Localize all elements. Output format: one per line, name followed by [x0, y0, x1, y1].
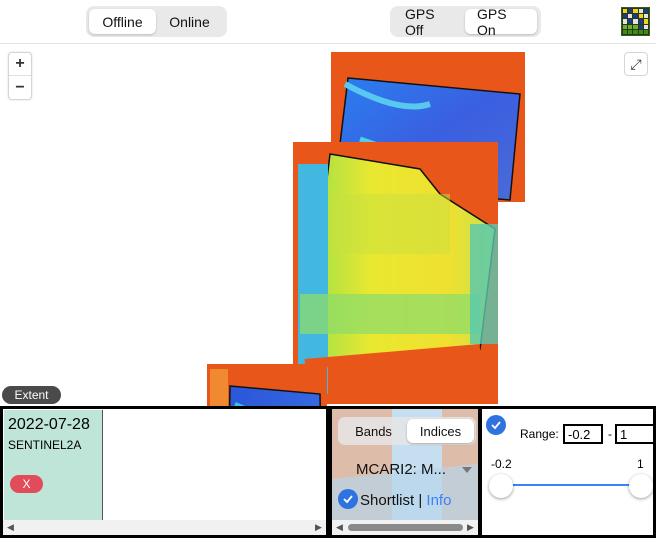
- range-min-input[interactable]: -0.2: [563, 424, 603, 444]
- remove-date-button[interactable]: X: [10, 475, 43, 493]
- check-icon: [343, 495, 353, 504]
- check-icon: [491, 421, 501, 430]
- gps-toggle: GPS Off GPS On: [390, 6, 541, 38]
- range-enable-checkbox[interactable]: [486, 415, 506, 435]
- scrollbar-thumb[interactable]: [348, 524, 463, 531]
- date-list-panel: 2022-07-28 SENTINEL2A X ◀ ▶: [0, 406, 329, 538]
- shortlist-label: Shortlist |: [360, 492, 427, 509]
- online-option[interactable]: Online: [156, 9, 223, 34]
- date-list-scrollbar[interactable]: ◀ ▶: [3, 520, 326, 535]
- shortlist-checkbox[interactable]: [338, 489, 358, 509]
- tab-bands[interactable]: Bands: [340, 419, 407, 443]
- top-toolbar: Offline Online GPS Off GPS On: [0, 0, 656, 44]
- shortlist-row: Shortlist | Info: [360, 492, 451, 509]
- app-root: Offline Online GPS Off GPS On + − ⤢ Exte…: [0, 0, 656, 538]
- range-max-input[interactable]: 1: [615, 424, 653, 444]
- zoom-out-button[interactable]: −: [9, 76, 31, 99]
- extent-button[interactable]: Extent: [2, 386, 61, 404]
- slider-min-label: -0.2: [491, 457, 512, 471]
- date-card[interactable]: 2022-07-28 SENTINEL2A X: [4, 410, 103, 522]
- selected-index-label: MCARI2: M...: [356, 460, 447, 478]
- bottom-panels: 2022-07-28 SENTINEL2A X ◀ ▶ Bands Indice…: [0, 406, 656, 538]
- zoom-in-button[interactable]: +: [9, 53, 31, 76]
- connection-toggle: Offline Online: [86, 6, 227, 37]
- grid-logo-icon[interactable]: [621, 7, 650, 36]
- scroll-left-icon[interactable]: ◀: [3, 520, 18, 535]
- range-slider-max-thumb[interactable]: [629, 474, 653, 498]
- range-panel: Range: -0.2 - 1 -0.2 1: [479, 406, 656, 538]
- scroll-right-icon[interactable]: ▶: [463, 520, 478, 535]
- gps-off-option[interactable]: GPS Off: [393, 6, 465, 38]
- offline-option[interactable]: Offline: [89, 9, 156, 34]
- index-select[interactable]: MCARI2: M...: [356, 459, 474, 479]
- range-slider-min-thumb[interactable]: [489, 474, 513, 498]
- tab-indices[interactable]: Indices: [407, 419, 474, 443]
- range-label: Range:: [520, 427, 559, 441]
- index-selector-panel: Bands Indices MCARI2: M... Shortlist | I…: [329, 406, 481, 538]
- range-dash: -: [608, 427, 612, 441]
- info-link[interactable]: Info: [426, 492, 451, 509]
- index-panel-scrollbar[interactable]: ◀ ▶: [332, 520, 478, 535]
- fullscreen-icon[interactable]: ⤢: [624, 52, 648, 76]
- scroll-left-icon[interactable]: ◀: [332, 520, 347, 535]
- bands-indices-tabs: Bands Indices: [338, 417, 476, 445]
- satellite-name: SENTINEL2A: [8, 438, 82, 452]
- acquisition-date: 2022-07-28: [8, 416, 90, 433]
- slider-max-label: 1: [637, 457, 644, 471]
- gps-on-option[interactable]: GPS On: [465, 6, 537, 38]
- range-slider-track[interactable]: [500, 484, 640, 486]
- zoom-control: + −: [8, 52, 32, 100]
- scroll-right-icon[interactable]: ▶: [311, 520, 326, 535]
- chevron-down-icon: [462, 467, 472, 473]
